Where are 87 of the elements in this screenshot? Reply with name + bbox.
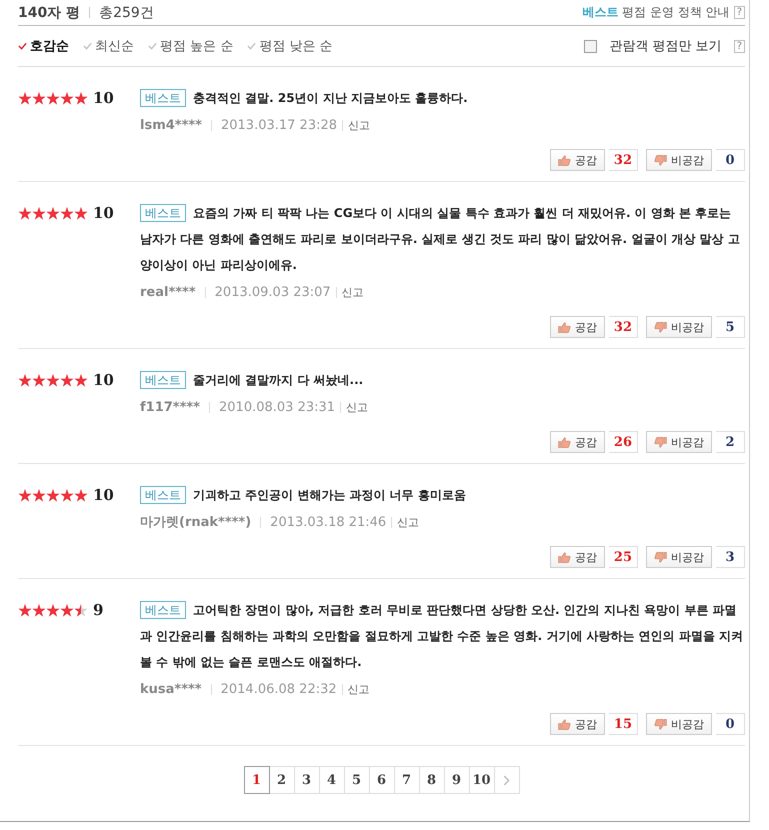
score: 10 — [93, 204, 114, 222]
thumbs-down-icon — [654, 154, 667, 166]
page-link[interactable]: 10 — [470, 766, 494, 794]
sort-option[interactable]: 호감순 — [18, 37, 69, 55]
dislike-count: 3 — [716, 546, 745, 568]
thumbs-up-icon — [558, 322, 571, 332]
report-link[interactable]: 신고 — [348, 682, 370, 696]
page-link[interactable]: 6 — [370, 766, 394, 794]
thumbs-down-icon — [654, 552, 667, 562]
thumbs-down-icon — [654, 436, 667, 448]
thumbs-up-icon — [558, 154, 571, 166]
score: 10 — [93, 371, 114, 389]
thumbs-up-icon — [558, 436, 571, 448]
page-link[interactable]: 3 — [294, 766, 320, 794]
policy-link[interactable]: 베스트 평점 운영 정책 안내 — [582, 4, 730, 21]
report-link[interactable]: 신고 — [346, 400, 368, 414]
sort-option[interactable]: 평점 낮은 순 — [247, 37, 333, 55]
score: 9 — [93, 601, 104, 619]
username: kusa**** — [140, 682, 202, 696]
best-badge: 베스트 — [140, 204, 186, 222]
page-link[interactable]: 8 — [420, 766, 444, 794]
checkbox-label[interactable]: 관람객 평점만 보기 — [609, 37, 722, 55]
report-link[interactable]: 신고 — [397, 514, 420, 530]
chevron-right-icon — [503, 774, 510, 786]
review-text: 베스트 요즘의 가짜 티 팍팍 나는 CG보다 이 시대의 실물 특수 효과가 훨씬 더 재밌어유. 이 영화 본 후로는 남자가 다른 영화에 출연해도 파리로 보이더라구유. 실제로 생긴 것도 파리 많이 닮았어유. 얼굴이 개상 말상 고양이상이 아닌 파리상이에유. — [140, 203, 741, 274]
thumbs-up-icon — [558, 718, 571, 730]
best-badge: 베스트 — [140, 371, 186, 389]
dislike-button[interactable]: 비공감 — [646, 316, 712, 338]
score: 10 — [93, 89, 114, 107]
review-date: 2013.03.17 23:28 — [220, 118, 338, 132]
like-count: 26 — [608, 431, 638, 453]
dislike-button[interactable]: 비공감 — [646, 713, 712, 735]
dislike-button[interactable]: 비공감 — [646, 149, 712, 171]
username: 마가렛(rnak****) — [140, 514, 252, 531]
score: 10 — [93, 486, 114, 504]
total-count: 총259건 — [99, 4, 154, 22]
username: real**** — [140, 284, 196, 300]
review-text: 베스트 기괴하고 주인공이 변해가는 과정이 너무 흥미로움 — [140, 482, 745, 508]
section-title: 140자 평 — [18, 4, 80, 22]
review-date: 2013.09.03 23:07 — [214, 284, 331, 300]
username: f117**** — [140, 400, 200, 414]
review-text: 베스트 줄거리에 결말까지 다 써놨네... — [140, 367, 745, 393]
page-link[interactable]: 5 — [344, 766, 370, 794]
page-link[interactable]: 7 — [394, 766, 420, 794]
dislike-button[interactable]: 비공감 — [646, 546, 712, 568]
best-badge: 베스트 — [140, 89, 186, 107]
dislike-count: 0 — [716, 149, 745, 171]
sort-option[interactable]: 평점 높은 순 — [148, 37, 234, 55]
dislike-button[interactable]: 비공감 — [646, 431, 712, 453]
dislike-count: 5 — [716, 316, 745, 338]
dislike-count: 2 — [716, 431, 745, 453]
report-link[interactable]: 신고 — [342, 284, 364, 300]
page-link[interactable]: 9 — [444, 766, 470, 794]
next-page-button[interactable] — [494, 766, 520, 794]
page-link[interactable]: 2 — [270, 766, 294, 794]
check-icon — [148, 42, 157, 50]
report-link[interactable]: 신고 — [348, 118, 370, 132]
like-count: 15 — [608, 713, 638, 735]
best-badge: 베스트 — [140, 601, 186, 619]
like-button[interactable]: 공감 — [550, 316, 605, 338]
like-button[interactable]: 공감 — [550, 713, 605, 735]
like-button[interactable]: 공감 — [550, 431, 605, 453]
dislike-count: 0 — [716, 713, 745, 735]
username: lsm4**** — [140, 118, 202, 132]
thumbs-down-icon — [654, 322, 667, 332]
page-link[interactable]: 4 — [320, 766, 344, 794]
review-text: 베스트 충격적인 결말. 25년이 지난 지금보아도 훌륭하다. — [140, 85, 745, 111]
review-date: 2010.08.03 23:31 — [219, 400, 336, 414]
thumbs-down-icon — [654, 718, 667, 730]
check-icon — [247, 42, 256, 50]
review-date: 2014.06.08 22:32 — [220, 682, 337, 696]
like-count: 32 — [608, 316, 638, 338]
check-icon — [83, 42, 92, 50]
thumbs-up-icon — [558, 552, 571, 562]
like-count: 32 — [608, 149, 638, 171]
review-text: 베스트 고어틱한 장면이 많아, 저급한 호러 무비로 판단했다면 상당한 오산. 인간의 지나친 욕망이 부른 파멸과 인간윤리를 침해하는 과학의 오만함을 절묘하게 고발한 수준 높은 영화. 거기에 사랑하는 연인의 파멸을 지켜 볼 수 밖에 없는 슬픈 로맨스도 애절하다. — [140, 600, 744, 671]
help-icon[interactable]: ? — [734, 40, 745, 52]
checkbox[interactable] — [584, 40, 598, 52]
page-link[interactable]: 1 — [244, 766, 270, 794]
like-button[interactable]: 공감 — [550, 546, 605, 568]
like-button[interactable]: 공감 — [550, 149, 605, 171]
like-count: 25 — [608, 546, 638, 568]
check-icon — [18, 42, 27, 50]
review-date: 2013.03.18 21:46 — [270, 514, 386, 530]
best-badge: 베스트 — [140, 486, 186, 504]
help-icon[interactable]: ? — [734, 6, 745, 19]
sort-option[interactable]: 최신순 — [83, 37, 134, 55]
